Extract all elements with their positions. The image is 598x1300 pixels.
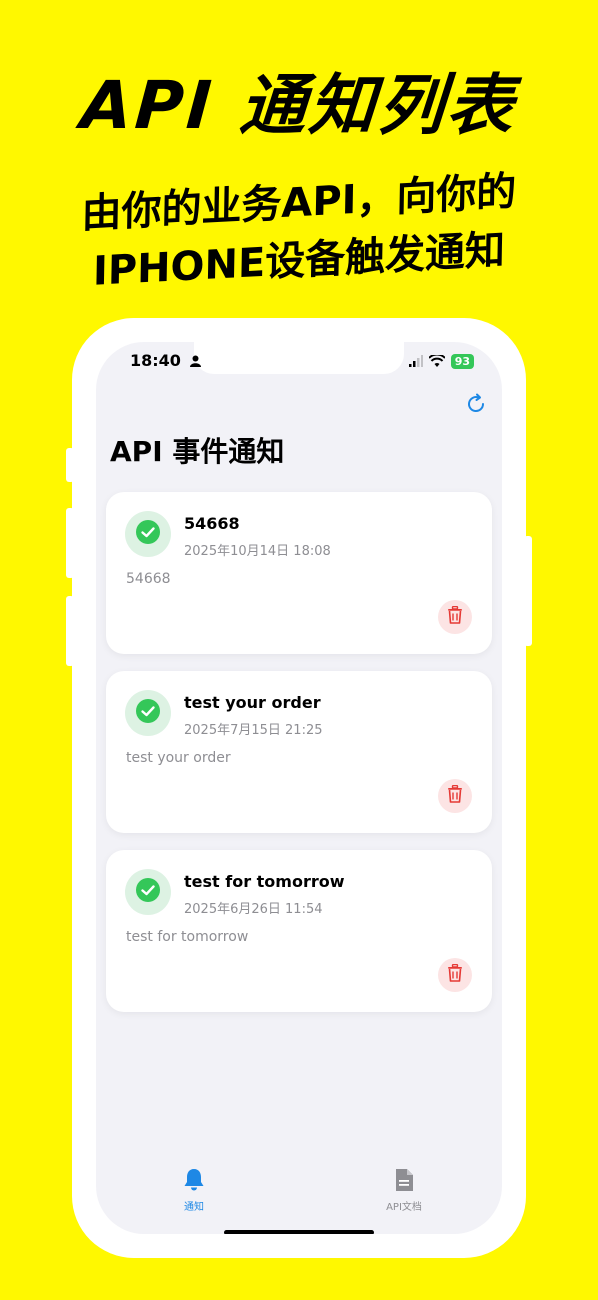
- delete-button[interactable]: [438, 958, 472, 992]
- phone-screen: 18:40 93 API 事件通知 54668 2025年10月14日 18:0…: [96, 342, 502, 1234]
- status-time: 18:40: [130, 351, 201, 371]
- notification-title: test your order: [184, 693, 321, 712]
- notification-body: test for tomorrow: [126, 929, 249, 945]
- promo-headline: API 通知列表: [78, 67, 519, 144]
- notification-date: 2025年7月15日 21:25: [184, 723, 323, 738]
- person-icon: [189, 352, 201, 371]
- notch: [194, 342, 404, 374]
- delete-button[interactable]: [438, 600, 472, 634]
- success-badge: [125, 869, 171, 915]
- notification-body: 54668: [126, 571, 171, 587]
- notification-card[interactable]: test your order 2025年7月15日 21:25 test yo…: [106, 671, 492, 833]
- checkmark-icon: [135, 519, 161, 549]
- success-badge: [125, 690, 171, 736]
- trash-icon: [447, 784, 463, 807]
- tab-api-docs[interactable]: API文档: [344, 1168, 464, 1213]
- refresh-icon: [464, 393, 488, 420]
- tab-label: API文档: [386, 1202, 422, 1213]
- battery-indicator: 93: [450, 354, 474, 369]
- notification-card[interactable]: test for tomorrow 2025年6月26日 11:54 test …: [106, 850, 492, 1012]
- home-indicator: [224, 1230, 374, 1234]
- phone-side-button: [66, 508, 74, 578]
- status-time-text: 18:40: [130, 351, 181, 370]
- notification-date: 2025年10月14日 18:08: [184, 544, 331, 559]
- notification-date: 2025年6月26日 11:54: [184, 902, 323, 917]
- refresh-button[interactable]: [464, 392, 488, 416]
- wifi-icon: [427, 352, 446, 371]
- phone-side-button: [66, 448, 74, 482]
- page-title: API 事件通知: [110, 435, 285, 468]
- phone-side-button: [524, 536, 532, 646]
- status-indicators: 93: [408, 352, 474, 371]
- notification-card[interactable]: 54668 2025年10月14日 18:08 54668: [106, 492, 492, 654]
- tab-label: 通知: [184, 1202, 204, 1213]
- notification-title: 54668: [184, 514, 240, 533]
- bell-icon: [183, 1169, 205, 1196]
- delete-button[interactable]: [438, 779, 472, 813]
- phone-side-button: [66, 596, 74, 666]
- tab-notifications[interactable]: 通知: [134, 1168, 254, 1213]
- notification-body: test your order: [126, 750, 231, 766]
- trash-icon: [447, 605, 463, 628]
- trash-icon: [447, 963, 463, 986]
- signal-icon: [408, 352, 423, 371]
- checkmark-icon: [135, 698, 161, 728]
- checkmark-icon: [135, 877, 161, 907]
- document-icon: [394, 1169, 414, 1196]
- notification-title: test for tomorrow: [184, 872, 345, 891]
- success-badge: [125, 511, 171, 557]
